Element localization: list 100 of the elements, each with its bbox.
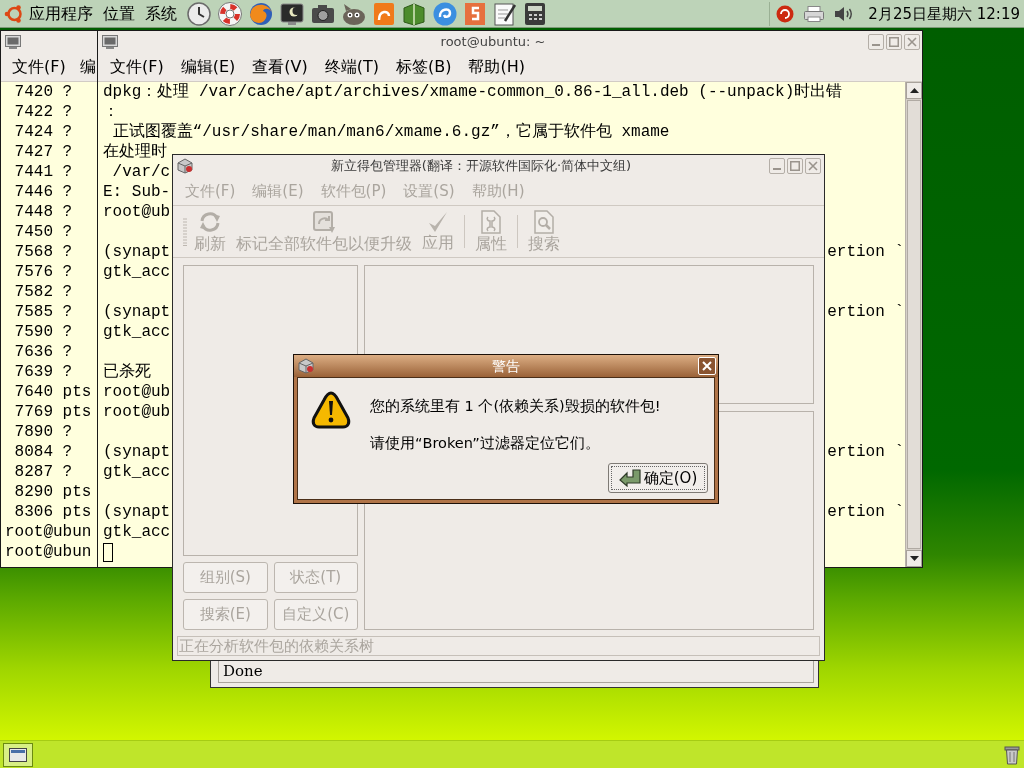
- scrollbar[interactable]: [905, 82, 922, 567]
- terminal-line: 7639 ?: [13, 363, 73, 381]
- terminal-line: 7424 ?: [13, 123, 73, 141]
- minimize-button[interactable]: [868, 33, 884, 50]
- dialog-title: 警告: [491, 357, 521, 375]
- menu-item[interactable]: 帮助(H): [468, 56, 525, 77]
- ok-button[interactable]: 确定(O): [608, 463, 708, 493]
- lifebuoy-icon[interactable]: [218, 1, 242, 26]
- terminal-line: 8290 pts: [13, 483, 92, 501]
- window-title: 新立得包管理器(翻译：开源软件国际化·简体中文组): [329, 158, 633, 174]
- terminal-line: 7450 ?: [13, 223, 73, 241]
- dialog-message: 请使用“Broken”过滤器定位它们。: [370, 434, 601, 452]
- menu-item[interactable]: 系统: [145, 3, 177, 24]
- terminal-line: ：: [103, 102, 119, 122]
- terminal-line: 7427 ?: [13, 143, 73, 161]
- swirl-icon[interactable]: [433, 1, 457, 26]
- logo-icon[interactable]: [4, 3, 24, 24]
- creature-icon[interactable]: [342, 2, 366, 25]
- menu-item[interactable]: 位置: [103, 3, 135, 24]
- terminal-line: 7420 ?: [13, 83, 73, 101]
- speaker-icon[interactable]: [834, 5, 855, 22]
- minimize-icon: [773, 168, 781, 170]
- scroll-up-button[interactable]: [906, 82, 922, 99]
- terminal-line: 7890 ?: [13, 423, 73, 441]
- terminal-line: 已杀死: [103, 362, 151, 382]
- terminal-icon: [5, 34, 21, 49]
- camera-icon[interactable]: [311, 3, 335, 24]
- trash-icon[interactable]: [1004, 744, 1020, 765]
- clock-text[interactable]: 2月25日星期六 12:19: [868, 3, 1020, 24]
- return-arrow-icon: [618, 469, 641, 487]
- package-icon: [177, 158, 193, 174]
- maximize-icon: [889, 36, 899, 47]
- menu-item[interactable]: 编辑(E): [180, 56, 236, 77]
- terminal-line: ertion `: [827, 302, 904, 322]
- terminal-line: /var/c: [111, 162, 171, 182]
- scroll-down-button[interactable]: [906, 550, 922, 567]
- minimize-icon: [872, 43, 880, 46]
- screen-icon[interactable]: [280, 2, 304, 25]
- menu-item[interactable]: 编: [79, 56, 96, 77]
- menu-item[interactable]: 文件(F): [12, 56, 66, 77]
- terminal-line: gtk_acc: [103, 522, 171, 542]
- maximize-icon: [790, 161, 800, 171]
- terminal-line: 7568 ?: [13, 243, 73, 261]
- maximize-button[interactable]: [886, 33, 902, 50]
- menu-item[interactable]: 文件(F): [110, 56, 164, 77]
- window-title: root@ubuntu: ~: [439, 33, 547, 50]
- terminal-line: 7448 ?: [13, 203, 73, 221]
- close-button[interactable]: [805, 158, 821, 174]
- terminal-line: 7422 ?: [13, 103, 73, 121]
- menu-item[interactable]: 查看(V): [252, 56, 308, 77]
- desktop-icon: [9, 747, 27, 762]
- terminal-line: 7590 ?: [13, 323, 73, 341]
- terminal-line: root@ub: [103, 382, 171, 402]
- document-wrench-icon: [481, 210, 501, 234]
- package-icon: [298, 358, 314, 374]
- terminal-line: 8084 ?: [13, 443, 73, 461]
- terminal-line: root@ub: [103, 202, 171, 222]
- document-search-icon: [534, 210, 554, 234]
- warning-icon: [310, 390, 352, 430]
- close-icon: [702, 361, 712, 371]
- terminal-line: dpkg：处理 /var/cache/apt/archives/xmame-common_0.86-1_all.deb (--unpack)时出错: [103, 82, 843, 102]
- terminal-line: E: Sub-: [103, 182, 171, 202]
- close-icon: [907, 36, 917, 47]
- menu-item[interactable]: 标签(B): [396, 56, 452, 77]
- printer-icon[interactable]: [804, 5, 825, 22]
- menu-item[interactable]: 应用程序: [29, 3, 93, 24]
- down-arrow-icon: [909, 556, 919, 561]
- terminal-line: 7636 ?: [13, 343, 73, 361]
- terminal-line: 7582 ?: [13, 283, 73, 301]
- clock-icon[interactable]: [187, 1, 211, 26]
- book-icon[interactable]: [402, 1, 426, 26]
- refresh-icon: [198, 210, 222, 234]
- arc-tile-icon[interactable]: [373, 1, 395, 26]
- terminal-line: root@ubun: [5, 523, 92, 541]
- maximize-button[interactable]: [787, 158, 803, 174]
- calculator-icon[interactable]: [524, 1, 546, 26]
- close-button[interactable]: [904, 33, 920, 50]
- minimize-button[interactable]: [769, 158, 785, 174]
- show-desktop-button[interactable]: [3, 742, 33, 767]
- terminal-line: ertion `: [827, 442, 904, 462]
- globe-icon[interactable]: [249, 1, 273, 26]
- terminal-line: ertion `: [827, 242, 904, 262]
- terminal-line: 7585 ?: [13, 303, 73, 321]
- terminal-line: (synapt: [103, 502, 171, 522]
- up-arrow-icon: [909, 88, 919, 93]
- notepad-icon[interactable]: [493, 1, 517, 26]
- close-icon: [808, 161, 818, 171]
- terminal-line: 8287 ?: [13, 463, 73, 481]
- terminal-line: root@ubun: [5, 543, 92, 561]
- cursor-icon: [103, 542, 113, 562]
- terminal-line: 7446 ?: [13, 183, 73, 201]
- status-bar: 正在分析软件包的依赖关系树: [177, 636, 820, 656]
- terminal-line: 7441 ?: [13, 163, 73, 181]
- tile-icon[interactable]: [464, 1, 486, 26]
- terminal-icon: [102, 34, 118, 49]
- terminal-line: root@ub: [103, 402, 171, 422]
- dialog-message: 您的系统里有 1 个(依赖关系)毁损的软件包!: [370, 397, 661, 415]
- terminal-line: 在处理时: [103, 142, 167, 162]
- menu-item[interactable]: 终端(T): [324, 56, 379, 77]
- terminal-line: 7576 ?: [13, 263, 73, 281]
